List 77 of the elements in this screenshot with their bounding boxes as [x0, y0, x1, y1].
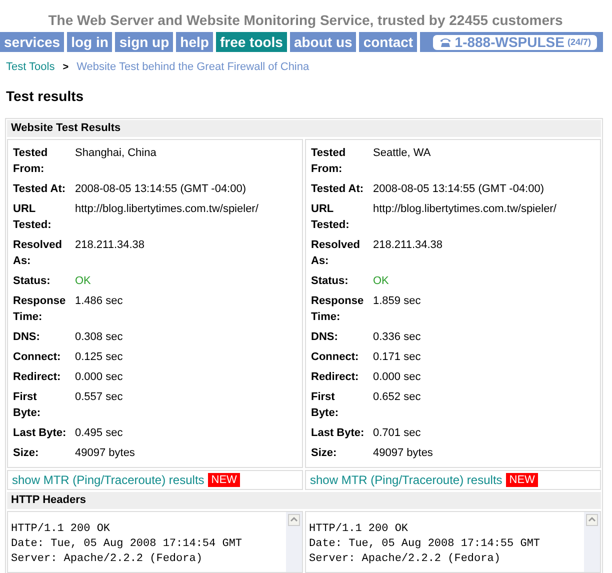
- mtr-link[interactable]: show MTR (Ping/Traceroute) results: [12, 473, 204, 487]
- field-label: Status:: [13, 274, 52, 289]
- headers-textbox[interactable]: HTTP/1.1 200 OK Date: Tue, 05 Aug 2008 17:14:55 GMT Server: Apache/2.2.2 (Fedora): [305, 511, 601, 573]
- field-value: 0.495 sec: [75, 426, 124, 441]
- field-value: 2008-08-05 13:14:55 (GMT -04:00): [373, 182, 546, 197]
- nav-tab[interactable]: contact: [359, 32, 418, 52]
- new-badge: NEW: [208, 473, 240, 487]
- field-label: DNS:: [13, 330, 41, 345]
- field-value: 0.000 sec: [75, 370, 124, 385]
- field-label: URL Tested:: [311, 202, 350, 233]
- nav-tab[interactable]: sign up: [115, 32, 174, 52]
- new-badge: NEW: [506, 473, 538, 487]
- field-label: Redirect:: [311, 370, 360, 385]
- nav-tab[interactable]: about us: [290, 32, 356, 52]
- field-value: Shanghai, China: [75, 146, 158, 161]
- tagline: The Web Server and Website Monitoring Service, trusted by 22455 customers: [47, 12, 564, 30]
- field-value: 0.125 sec: [75, 350, 124, 365]
- mtr-link[interactable]: show MTR (Ping/Traceroute) results: [310, 473, 502, 487]
- field-label: Redirect:: [13, 370, 62, 385]
- field-value: 1.859 sec: [373, 294, 422, 309]
- field-label: Tested From:: [311, 146, 347, 177]
- scrollbar[interactable]: [286, 512, 302, 572]
- breadcrumb-separator: >: [62, 62, 69, 72]
- field-value: Seattle, WA: [373, 146, 432, 161]
- scrollbar[interactable]: [584, 512, 600, 572]
- field-label: Resolved As:: [13, 238, 63, 269]
- section-header: Website Test Results: [7, 120, 601, 137]
- nav-tab[interactable]: services: [0, 32, 64, 52]
- field-label: Size:: [13, 446, 40, 461]
- headers-text: HTTP/1.1 200 OK Date: Tue, 05 Aug 2008 17:14:55 GMT Server: Apache/2.2.2 (Fedora): [308, 522, 542, 567]
- field-label: Status:: [311, 274, 350, 289]
- headers-textbox[interactable]: HTTP/1.1 200 OK Date: Tue, 05 Aug 2008 17:14:54 GMT Server: Apache/2.2.2 (Fedora): [7, 511, 303, 573]
- field-label: Connect:: [311, 350, 360, 365]
- field-value: 49097 bytes: [373, 446, 434, 461]
- field-label: Tested At:: [311, 182, 365, 197]
- field-value: 0.557 sec: [75, 390, 124, 405]
- field-label: Last Byte:: [311, 426, 365, 441]
- field-label: Last Byte:: [13, 426, 67, 441]
- field-label: Resolved As:: [311, 238, 361, 269]
- field-value: 0.701 sec: [373, 426, 422, 441]
- field-label: Size:: [311, 446, 338, 461]
- field-value: OK: [75, 274, 92, 289]
- field-value: 0.336 sec: [373, 330, 422, 345]
- field-label: First Byte:: [13, 390, 42, 421]
- section-header: HTTP Headers: [7, 492, 601, 509]
- field-label: Tested From:: [13, 146, 49, 177]
- breadcrumb-current[interactable]: Website Test behind the Great Firewall of China: [76, 61, 310, 73]
- field-label: First Byte:: [311, 390, 340, 421]
- breadcrumb-link[interactable]: Test Tools: [6, 61, 55, 73]
- headers-text: HTTP/1.1 200 OK Date: Tue, 05 Aug 2008 17:14:54 GMT Server: Apache/2.2.2 (Fedora): [10, 522, 244, 567]
- field-value: 1.486 sec: [75, 294, 124, 309]
- page-title: Test results: [6, 88, 85, 104]
- field-value: 0.308 sec: [75, 330, 124, 345]
- field-label: Tested At:: [13, 182, 67, 197]
- telephone-icon: [438, 36, 452, 48]
- scroll-up-icon[interactable]: [288, 514, 300, 526]
- field-label: Connect:: [13, 350, 62, 365]
- field-value: http://blog.libertytimes.com.tw/spieler/: [75, 202, 260, 217]
- field-value: OK: [373, 274, 390, 289]
- field-value: 2008-08-05 13:14:55 (GMT -04:00): [75, 182, 248, 197]
- field-label: Response Time:: [13, 294, 67, 325]
- nav-tab[interactable]: log in: [67, 32, 112, 52]
- field-label: DNS:: [311, 330, 339, 345]
- field-label: URL Tested:: [13, 202, 52, 233]
- phone-hours: (24/7): [567, 37, 591, 47]
- field-value: 0.171 sec: [373, 350, 422, 365]
- scroll-up-icon[interactable]: [586, 514, 598, 526]
- field-label: Response Time:: [311, 294, 365, 325]
- field-value: 49097 bytes: [75, 446, 136, 461]
- field-value: 0.652 sec: [373, 390, 422, 405]
- field-value: 218.211.34.38: [373, 238, 444, 253]
- nav-tab[interactable]: help: [176, 32, 213, 52]
- field-value: 218.211.34.38: [75, 238, 146, 253]
- field-value: 0.000 sec: [373, 370, 422, 385]
- phone-text: 1-888-WSPULSE: [454, 34, 564, 50]
- field-value: http://blog.libertytimes.com.tw/spieler/: [373, 202, 558, 217]
- nav-tab[interactable]: free tools: [216, 32, 287, 52]
